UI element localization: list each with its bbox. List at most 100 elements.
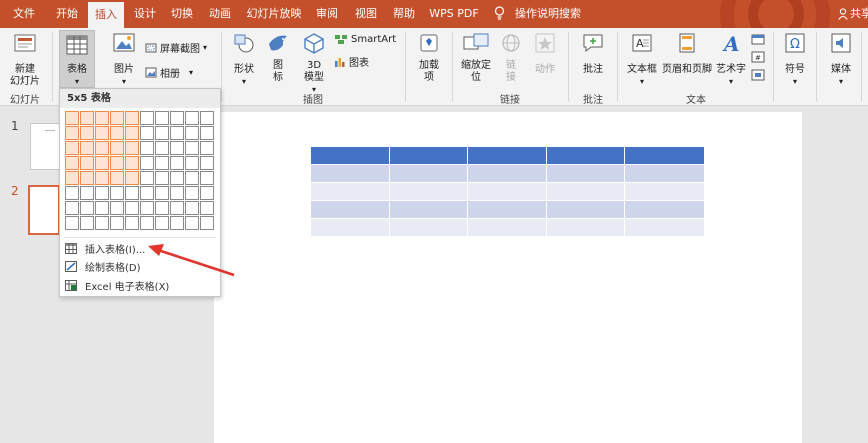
table-cell[interactable] [625,201,704,219]
grid-cell[interactable] [80,216,94,230]
share-button[interactable]: 共享 [850,0,868,28]
grid-cell[interactable] [65,186,79,200]
grid-cell[interactable] [80,201,94,215]
object-icon[interactable] [751,69,765,81]
grid-cell[interactable] [200,141,214,155]
slide-canvas[interactable] [214,112,802,443]
grid-cell[interactable] [200,111,214,125]
screenshot-button[interactable]: 屏幕截图 ▾ [145,40,207,55]
grid-cell[interactable] [110,186,124,200]
grid-cell[interactable] [170,201,184,215]
grid-cell[interactable] [65,111,79,125]
grid-cell[interactable] [110,141,124,155]
tab-insert[interactable]: 插入 [88,2,124,28]
grid-cell[interactable] [80,156,94,170]
grid-cell[interactable] [65,201,79,215]
grid-cell[interactable] [155,141,169,155]
textbox-button[interactable]: A 文本框 ▾ [624,32,660,88]
grid-cell[interactable] [125,111,139,125]
grid-cell[interactable] [80,171,94,185]
table-cell[interactable] [625,165,704,183]
tab-wps-pdf[interactable]: WPS PDF [428,0,480,28]
grid-cell[interactable] [170,216,184,230]
table-header-cell[interactable] [468,147,547,165]
new-slide-button[interactable]: 新建 幻灯片 [4,32,46,88]
tab-transitions[interactable]: 切换 [166,0,198,28]
grid-cell[interactable] [95,186,109,200]
grid-cell[interactable] [200,201,214,215]
grid-cell[interactable] [65,126,79,140]
date-time-icon[interactable] [751,33,765,45]
grid-cell[interactable] [155,171,169,185]
grid-cell[interactable] [170,111,184,125]
slide-number-icon[interactable]: # [751,51,765,63]
table-cell[interactable] [625,183,704,201]
grid-cell[interactable] [200,126,214,140]
table-button[interactable]: 表格 ▾ [59,30,95,88]
table-cell[interactable] [546,219,626,237]
grid-cell[interactable] [200,171,214,185]
grid-cell[interactable] [185,171,199,185]
grid-cell[interactable] [95,126,109,140]
grid-cell[interactable] [95,216,109,230]
grid-cell[interactable] [200,186,214,200]
header-footer-button[interactable]: 页眉和页脚 [661,32,713,76]
grid-cell[interactable] [110,216,124,230]
grid-cell[interactable] [110,171,124,185]
grid-cell[interactable] [185,201,199,215]
grid-cell[interactable] [170,171,184,185]
grid-cell[interactable] [95,141,109,155]
grid-cell[interactable] [140,201,154,215]
wordart-button[interactable]: A 艺术字 ▾ [714,32,748,88]
grid-cell[interactable] [170,126,184,140]
table-header-cell[interactable] [389,147,469,165]
table-cell[interactable] [468,165,547,183]
smartart-button[interactable]: SmartArt [334,34,396,45]
table-cell[interactable] [546,183,626,201]
table-cell[interactable] [468,183,547,201]
slide-thumbnail-1[interactable] [30,123,60,170]
grid-cell[interactable] [125,156,139,170]
grid-cell[interactable] [65,156,79,170]
grid-cell[interactable] [95,156,109,170]
grid-cell[interactable] [125,141,139,155]
grid-cell[interactable] [170,156,184,170]
grid-cell[interactable] [140,216,154,230]
table-cell[interactable] [311,183,390,201]
grid-cell[interactable] [110,126,124,140]
grid-cell[interactable] [65,216,79,230]
grid-cell[interactable] [80,141,94,155]
grid-cell[interactable] [140,186,154,200]
table-header-cell[interactable] [625,147,704,165]
grid-cell[interactable] [185,126,199,140]
shapes-button[interactable]: 形状 ▾ [228,32,260,88]
grid-cell[interactable] [80,111,94,125]
slide-thumbnail-2[interactable] [28,185,60,235]
grid-cell[interactable] [200,156,214,170]
media-button[interactable]: 媒体 ▾ [826,32,856,88]
grid-cell[interactable] [185,141,199,155]
icons-button[interactable]: 图 标 [264,32,292,84]
grid-cell[interactable] [95,111,109,125]
chart-button[interactable]: 图表 [334,54,369,69]
grid-cell[interactable] [155,156,169,170]
tab-animations[interactable]: 动画 [204,0,236,28]
grid-cell[interactable] [155,216,169,230]
table-cell[interactable] [468,219,547,237]
grid-cell[interactable] [80,126,94,140]
grid-cell[interactable] [140,126,154,140]
grid-cell[interactable] [110,111,124,125]
table-header-cell[interactable] [311,147,390,165]
tab-home[interactable]: 开始 [50,0,84,28]
grid-cell[interactable] [170,141,184,155]
grid-cell[interactable] [200,216,214,230]
grid-cell[interactable] [155,126,169,140]
table-cell[interactable] [625,219,704,237]
grid-cell[interactable] [185,111,199,125]
table-cell[interactable] [389,219,469,237]
table-cell[interactable] [389,201,469,219]
grid-cell[interactable] [140,171,154,185]
grid-cell[interactable] [185,216,199,230]
slide-table[interactable] [311,147,704,237]
grid-cell[interactable] [110,156,124,170]
